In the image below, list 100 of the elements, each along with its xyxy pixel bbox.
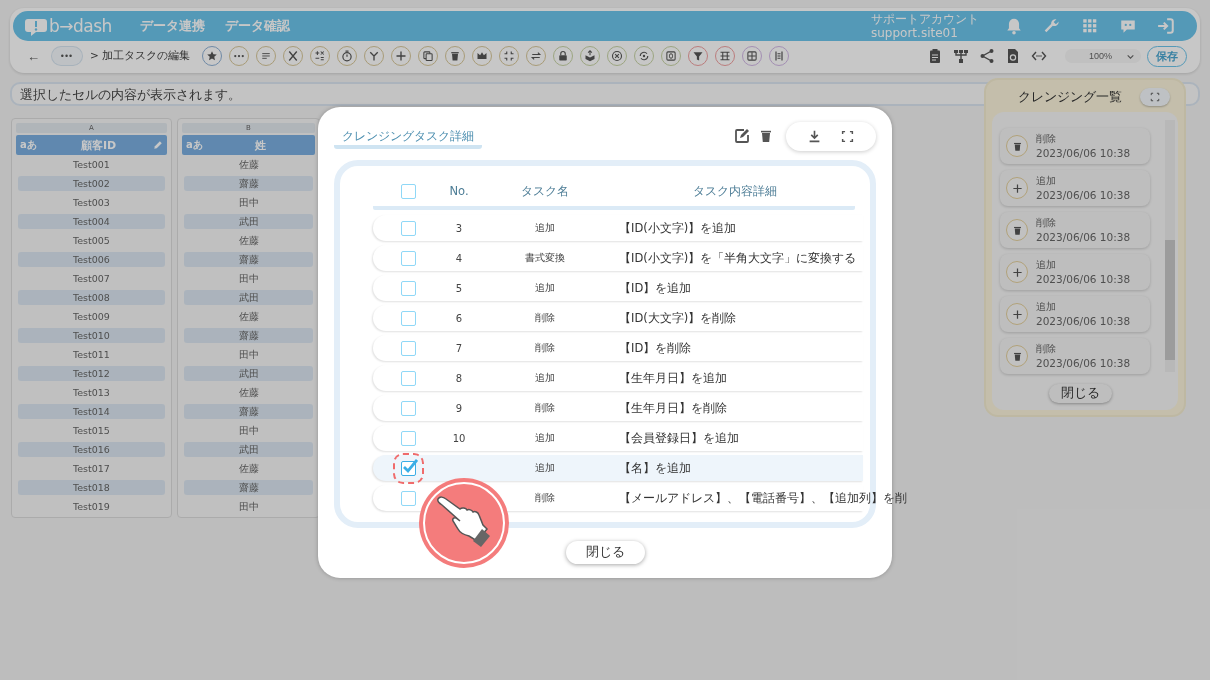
task-name: 追加 [534,431,556,445]
fork-icon [368,50,381,62]
panel-title: クレンジング一覧 [1018,88,1122,106]
table-cell: Test014 [18,404,165,419]
check-icon [400,457,418,475]
tool-button[interactable] [688,46,709,66]
tool-button[interactable] [391,46,412,66]
table-cell: 武田 [184,290,313,305]
task-detail: 【ID】を削除 [618,340,693,356]
task-detail: 【生年月日】を削除 [618,400,728,416]
checkbox[interactable] [400,490,416,506]
tool-button[interactable] [553,46,574,66]
tool-button[interactable] [715,46,736,66]
tool-button[interactable] [310,46,331,66]
account-name: サポートアカウント [871,12,979,26]
zoom-select[interactable]: 100% [1064,49,1141,63]
table-cell: Test016 [18,442,165,457]
history-time: 2023/06/06 10:38 [1036,230,1131,244]
checkbox[interactable] [400,310,416,326]
table-cell: 齋藤 [184,252,313,267]
table-cell-text: Test013 [72,386,111,400]
history-card[interactable]: 追加 2023/06/06 10:38 [1000,170,1150,206]
bell-icon[interactable] [1005,17,1023,35]
tool-button[interactable] [256,46,277,66]
history-card[interactable]: 削除 2023/06/06 10:38 [1000,212,1150,248]
lock-icon [557,50,570,62]
fullscreen-button[interactable] [1140,88,1170,106]
tool-button[interactable] [526,46,547,66]
tool-button[interactable] [337,46,358,66]
row-number: 7 [454,342,464,354]
scrollbar[interactable] [1165,120,1175,372]
table-cell: Test002 [18,176,165,191]
tool-button[interactable] [445,46,466,66]
table-cell: 齋藤 [184,480,313,495]
compress-icon [503,50,516,62]
history-label: 追加 [1036,300,1057,314]
history-card[interactable]: 追加 2023/06/06 10:38 [1000,296,1150,332]
scissors-icon [287,50,300,62]
table-cell-text: 田中 [237,272,260,286]
row-number: 6 [454,312,464,324]
tool-button[interactable] [769,46,790,66]
checkbox[interactable] [400,280,416,296]
wrench-icon[interactable] [1043,17,1061,35]
tool-button[interactable] [364,46,385,66]
trash-icon [1011,350,1023,362]
breadcrumb: > 加工タスクの編集 [90,49,191,63]
row-number: 8 [454,372,464,384]
tool-button[interactable] [580,46,601,66]
tool-button[interactable] [607,46,628,66]
close-button[interactable]: 閉じる [1048,384,1112,403]
table-cell: 齋藤 [184,176,313,191]
history-card[interactable]: 削除 2023/06/06 10:38 [1000,338,1150,374]
logo-text: b→dash [49,16,112,36]
pencil-icon[interactable] [153,140,163,150]
checkbox[interactable] [400,340,416,356]
column-name: 姓 [254,137,267,153]
table-cell-text: 田中 [237,500,260,514]
checkbox[interactable] [400,430,416,446]
box-upload-icon [584,50,597,62]
row-number: 3 [454,222,464,234]
checkbox[interactable] [400,250,416,266]
tool-button[interactable] [742,46,763,66]
hierarchy-icon[interactable] [952,48,969,64]
close-button[interactable]: 閉じる [565,541,645,564]
task-name: 削除 [534,341,556,355]
tool-button[interactable] [499,46,520,66]
table-cell: 武田 [184,442,313,457]
checkbox[interactable] [400,400,416,416]
tool-button[interactable] [283,46,304,66]
tool-button[interactable] [472,46,493,66]
tool-button[interactable] [229,46,250,66]
grid-icon[interactable] [1081,17,1099,35]
task-name: 追加 [534,281,556,295]
more-button[interactable]: ••• [52,47,82,65]
sign-in-icon[interactable] [1157,17,1175,35]
tool-button[interactable] [634,46,655,66]
tool-button[interactable] [661,46,682,66]
back-button[interactable]: ← [27,48,40,64]
tool-button[interactable] [202,46,223,66]
table-cell: 武田 [184,214,313,229]
plus-icon [1011,182,1023,194]
checkbox[interactable] [400,183,416,199]
table-cell: Test010 [18,328,165,343]
row-number: 5 [454,282,464,294]
history-card[interactable]: 削除 2023/06/06 10:38 [1000,128,1150,164]
chat-bubble-icon[interactable] [1119,17,1137,35]
task-detail: 【ID(大文字)】を削除 [618,310,738,326]
trash-icon [758,128,774,144]
table-cell-text: 佐藤 [237,310,260,324]
pointing-hand-icon [418,477,510,569]
history-label: 追加 [1036,258,1057,272]
crown-icon [476,50,489,62]
save-button[interactable]: 保存 [1147,45,1187,67]
history-card[interactable]: 追加 2023/06/06 10:38 [1000,254,1150,290]
checkbox[interactable] [400,370,416,386]
history-time: 2023/06/06 10:38 [1036,188,1131,202]
history-label: 追加 [1036,174,1057,188]
tool-button[interactable] [418,46,439,66]
checkbox[interactable] [400,220,416,236]
share-icon[interactable] [978,48,995,64]
